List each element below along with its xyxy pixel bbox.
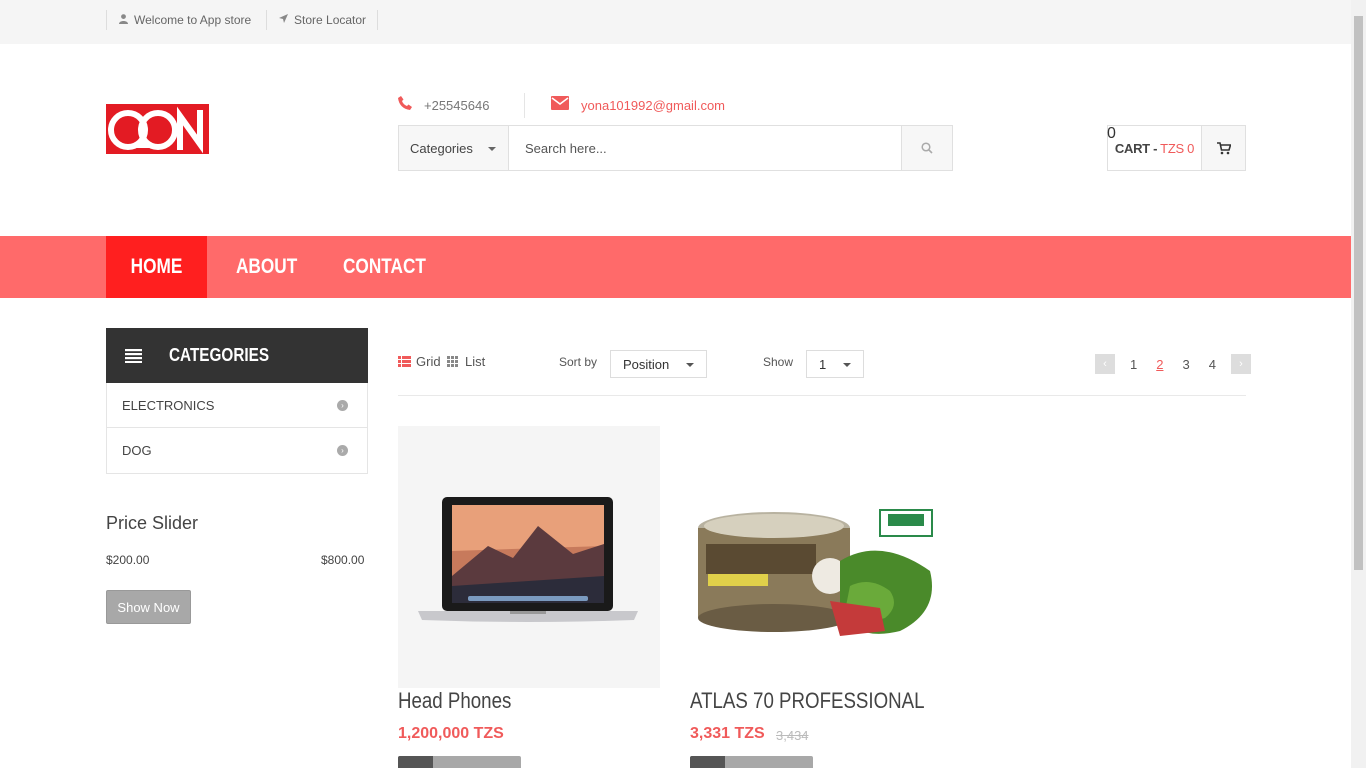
page-3[interactable]: 3 <box>1182 357 1189 372</box>
category-label: ELECTRONICS <box>122 397 215 413</box>
phone-icon <box>398 96 412 114</box>
page-2[interactable]: 2 <box>1156 357 1163 372</box>
product-image-laptop[interactable] <box>398 426 660 688</box>
list-label: List <box>465 354 486 369</box>
arrow-circle-right-icon: › <box>337 399 348 411</box>
add-to-cart-button[interactable] <box>398 756 521 768</box>
chevron-down-icon <box>488 147 496 151</box>
pagination: ‹ 1 2 3 4 › <box>1095 354 1251 374</box>
price-slider-title: Price Slider <box>106 513 199 533</box>
category-label: DOG <box>122 443 152 458</box>
email-address: yona101992@gmail.com <box>581 97 726 113</box>
prev-page-button[interactable]: ‹ <box>1095 354 1115 374</box>
welcome-link[interactable]: Welcome to App store <box>106 10 265 30</box>
shopping-cart-icon <box>1216 141 1231 154</box>
cart-button-icon-area <box>398 756 433 768</box>
store-locator-link[interactable]: Store Locator <box>266 10 380 30</box>
grid-view-toggle[interactable]: Grid <box>398 354 441 369</box>
product-price: 3,331 TZS <box>690 725 765 742</box>
category-item-dog[interactable]: DOG › <box>107 428 367 473</box>
show-select[interactable]: 1 <box>806 350 864 378</box>
cart-amount: TZS 0 <box>1160 140 1195 156</box>
menu-icon <box>125 348 142 363</box>
location-arrow-icon <box>279 14 288 26</box>
list-view-toggle[interactable]: List <box>447 354 485 369</box>
phone-number: +25545646 <box>424 97 490 113</box>
show-select-value: 1 <box>819 356 827 372</box>
chevron-down-icon <box>843 363 851 367</box>
product-image-tuna-can[interactable] <box>690 426 952 688</box>
category-item-electronics[interactable]: ELECTRONICS › <box>107 383 367 428</box>
grid-label: Grid <box>416 354 441 369</box>
cart-count-badge: 0 <box>1107 125 1116 142</box>
sort-select-value: Position <box>623 356 670 372</box>
cart-icon-box <box>1202 126 1245 170</box>
category-select[interactable]: Categories <box>399 126 509 170</box>
add-to-cart-button[interactable] <box>690 756 813 768</box>
search-bar: Categories <box>398 125 953 171</box>
header-email[interactable]: yona101992@gmail.com <box>551 96 725 114</box>
laptop-image <box>418 497 638 622</box>
search-icon <box>921 142 933 154</box>
nav-about[interactable]: ABOUT <box>236 236 297 298</box>
list-icon <box>447 356 458 367</box>
product-name[interactable]: ATLAS 70 PROFESSIONAL <box>690 688 925 714</box>
categories-list: ELECTRONICS › DOG › <box>106 383 368 474</box>
page-1[interactable]: 1 <box>1130 357 1137 372</box>
page-4[interactable]: 4 <box>1209 357 1216 372</box>
cart-button-icon-area <box>690 756 725 768</box>
grid-icon <box>398 356 411 367</box>
show-label: Show <box>763 355 794 369</box>
sort-by-label: Sort by <box>559 355 598 369</box>
user-icon <box>119 13 128 27</box>
categories-title: CATEGORIES <box>169 345 270 365</box>
search-button[interactable] <box>901 126 952 170</box>
nav-contact[interactable]: CONTACT <box>343 236 426 298</box>
site-logo[interactable] <box>106 104 209 154</box>
welcome-text: Welcome to App store <box>134 13 252 27</box>
top-bar: Welcome to App store Store Locator <box>0 0 1351 44</box>
logo-graphic <box>106 104 209 154</box>
tuna-can-image <box>698 509 933 636</box>
nav-home[interactable]: HOME <box>106 236 207 298</box>
envelope-icon <box>551 96 569 114</box>
product-name[interactable]: Head Phones <box>398 688 511 714</box>
sort-select[interactable]: Position <box>610 350 707 378</box>
store-locator-text: Store Locator <box>294 13 367 27</box>
chevron-down-icon <box>686 363 694 367</box>
contact-divider <box>524 93 525 118</box>
category-select-value: Categories <box>410 140 473 156</box>
product-price: 1,200,000 TZS <box>398 725 504 742</box>
show-now-button[interactable]: Show Now <box>106 590 191 624</box>
toolbar-divider <box>398 395 1246 396</box>
next-page-button[interactable]: › <box>1230 354 1251 374</box>
header-phone[interactable]: +25545646 <box>398 96 489 114</box>
main-nav: HOME ABOUT CONTACT <box>0 236 1351 298</box>
price-max: $800.00 <box>321 553 365 567</box>
nav-home-label: HOME <box>130 255 183 278</box>
topbar-divider <box>377 10 378 30</box>
product-old-price: 3,434 <box>776 728 809 743</box>
arrow-circle-right-icon: › <box>337 445 348 456</box>
price-min: $200.00 <box>106 553 150 567</box>
scrollbar-thumb[interactable] <box>1354 16 1363 570</box>
search-input[interactable] <box>509 126 901 170</box>
page-scrollbar[interactable] <box>1351 0 1366 768</box>
categories-header: CATEGORIES <box>106 328 368 383</box>
